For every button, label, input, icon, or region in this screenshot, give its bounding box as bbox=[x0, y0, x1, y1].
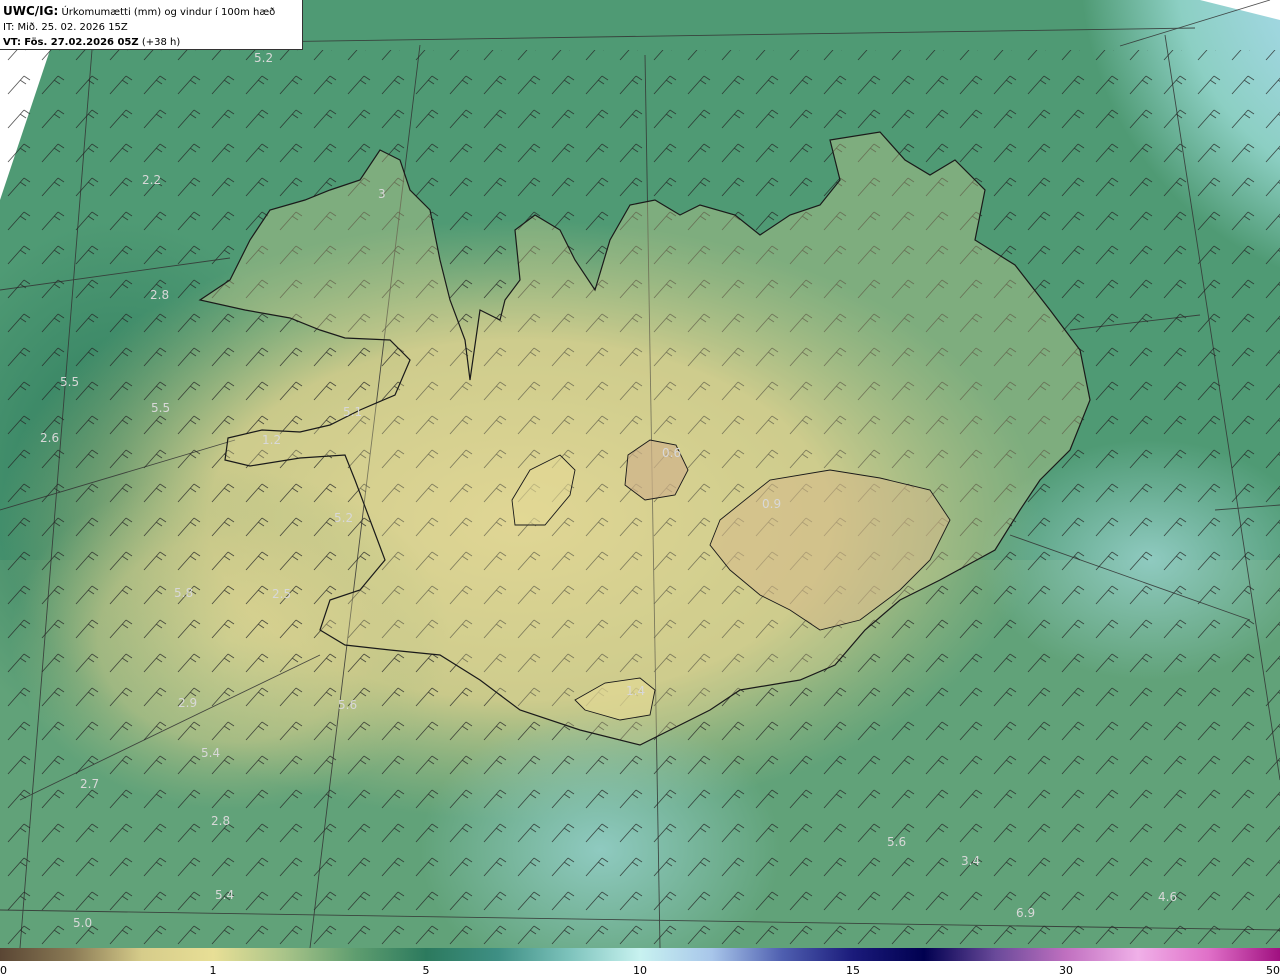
colorbar: 0 1 5 10 15 30 50 bbox=[0, 948, 1280, 978]
map-value: 6.9 bbox=[1016, 906, 1035, 920]
map-value: 5.8 bbox=[174, 586, 193, 600]
map-value: 5.2 bbox=[334, 511, 353, 525]
map-value: 2.8 bbox=[211, 814, 230, 828]
map-value: 2.5 bbox=[272, 587, 291, 601]
map-value: 2.6 bbox=[40, 431, 59, 445]
colorbar-tick: 1 bbox=[209, 964, 217, 977]
colorbar-strip bbox=[0, 948, 1280, 961]
valid-label: VT: bbox=[3, 37, 22, 48]
map-value: 5.5 bbox=[151, 401, 170, 415]
map-value: 5.1 bbox=[343, 405, 362, 419]
colorbar-tick: 50 bbox=[1266, 964, 1280, 977]
map-value: 5.0 bbox=[73, 916, 92, 930]
map-value: 2.7 bbox=[80, 777, 99, 791]
colorbar-tick: 0 bbox=[0, 964, 7, 977]
valid-time-line: VT: Fös. 27.02.2026 05Z (+38 h) bbox=[3, 35, 302, 50]
init-time: Mið. 25. 02. 2026 15Z bbox=[17, 22, 128, 33]
forecast-map[interactable]: 5.2 2.2 2.8 5.5 5.5 2.6 5.1 5.2 5.8 2.5 … bbox=[0, 0, 1280, 948]
map-value: 5.5 bbox=[60, 375, 79, 389]
model-name: UWC/IG: bbox=[3, 4, 59, 18]
map-value: 1.4 bbox=[626, 684, 645, 698]
map-value: 0.6 bbox=[662, 446, 681, 460]
init-time-line: IT: Mið. 25. 02. 2026 15Z bbox=[3, 20, 302, 35]
map-value: 2.8 bbox=[150, 288, 169, 302]
forecast-header: UWC/IG: Úrkomumætti (mm) og vindur í 100… bbox=[0, 0, 303, 50]
map-value: 5.4 bbox=[201, 746, 220, 760]
colorbar-tick: 10 bbox=[633, 964, 647, 977]
init-label: IT: bbox=[3, 22, 15, 33]
product-title: Úrkomumætti (mm) og vindur í 100m hæð bbox=[61, 7, 276, 18]
map-value: 1.2 bbox=[262, 433, 281, 447]
map-value: 2.2 bbox=[142, 173, 161, 187]
map-value: 3.4 bbox=[961, 854, 980, 868]
colorbar-tick: 5 bbox=[422, 964, 430, 977]
valid-time: Fös. 27.02.2026 05Z bbox=[24, 37, 139, 48]
map-value: 2.9 bbox=[178, 696, 197, 710]
map-value: 5.6 bbox=[338, 698, 357, 712]
map-value: 4.6 bbox=[1158, 890, 1177, 904]
map-value: 0.9 bbox=[762, 497, 781, 511]
map-value: 5.2 bbox=[254, 51, 273, 65]
colorbar-tick: 30 bbox=[1059, 964, 1073, 977]
map-value: 3 bbox=[378, 187, 386, 201]
map-value: 5.4 bbox=[215, 888, 234, 902]
colorbar-tick: 15 bbox=[846, 964, 860, 977]
lead-time: (+38 h) bbox=[141, 37, 181, 48]
header-title-line: UWC/IG: Úrkomumætti (mm) og vindur í 100… bbox=[3, 4, 302, 20]
map-value: 5.6 bbox=[887, 835, 906, 849]
